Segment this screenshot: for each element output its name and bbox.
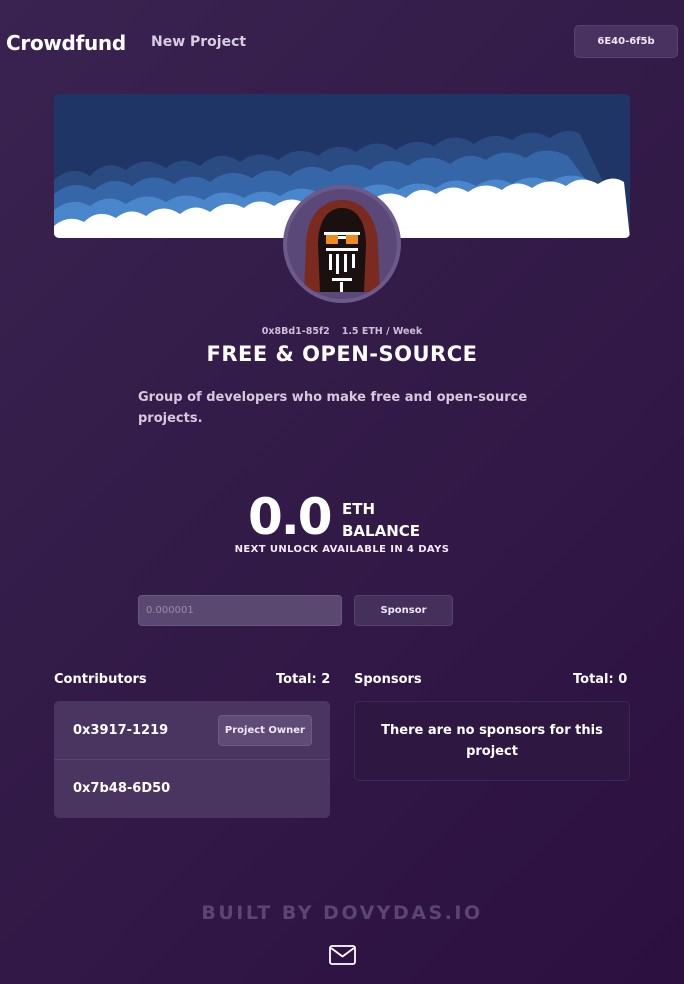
wallet-address-button[interactable]: 6E40-6f5b (574, 25, 678, 58)
contributor-address[interactable]: 0x7b48-6D50 (73, 781, 170, 796)
unlock-status: NEXT UNLOCK AVAILABLE IN 4 DAYS (234, 544, 450, 555)
list-item[interactable]: 0x3917-1219 Project Owner (54, 701, 330, 759)
new-project-link[interactable]: New Project (151, 34, 246, 50)
balance-unit-label: ETH BALANCE (342, 498, 420, 542)
balance-currency: ETH (342, 500, 376, 518)
contributors-list: 0x3917-1219 Project Owner 0x7b48-6D50 (54, 701, 330, 818)
sponsors-total: Total: 0 (573, 672, 628, 687)
sponsors-heading: Sponsors (354, 672, 422, 687)
mail-icon[interactable] (329, 945, 356, 965)
project-title: FREE & OPEN-SOURCE (206, 342, 478, 366)
contributors-total: Total: 2 (276, 672, 331, 687)
sponsor-amount-input[interactable] (138, 595, 342, 626)
project-description: Group of developers who make free and op… (138, 390, 528, 426)
project-address[interactable]: 0x8Bd1-85f2 (262, 326, 330, 337)
project-meta: 0x8Bd1-85f2 1.5 ETH / Week (0, 326, 684, 337)
hooded-skull-avatar-icon (304, 200, 380, 292)
footer-credit[interactable]: BUILT BY DOVYDAS.IO (0, 902, 684, 924)
sponsors-empty-state: There are no sponsors for this project (354, 701, 630, 781)
brand-logo[interactable]: Crowdfund (6, 31, 126, 55)
contributors-heading: Contributors (54, 672, 147, 687)
contributor-address[interactable]: 0x3917-1219 (73, 723, 168, 738)
balance-amount: 0.0 (248, 488, 333, 546)
sponsors-empty-message: There are no sponsors for this project (381, 723, 603, 759)
project-avatar (283, 185, 401, 303)
list-item[interactable]: 0x7b48-6D50 (54, 759, 330, 817)
project-owner-badge: Project Owner (217, 714, 312, 746)
project-rate: 1.5 ETH / Week (341, 326, 423, 337)
sponsor-button[interactable]: Sponsor (354, 595, 453, 626)
balance-label: BALANCE (342, 522, 421, 540)
